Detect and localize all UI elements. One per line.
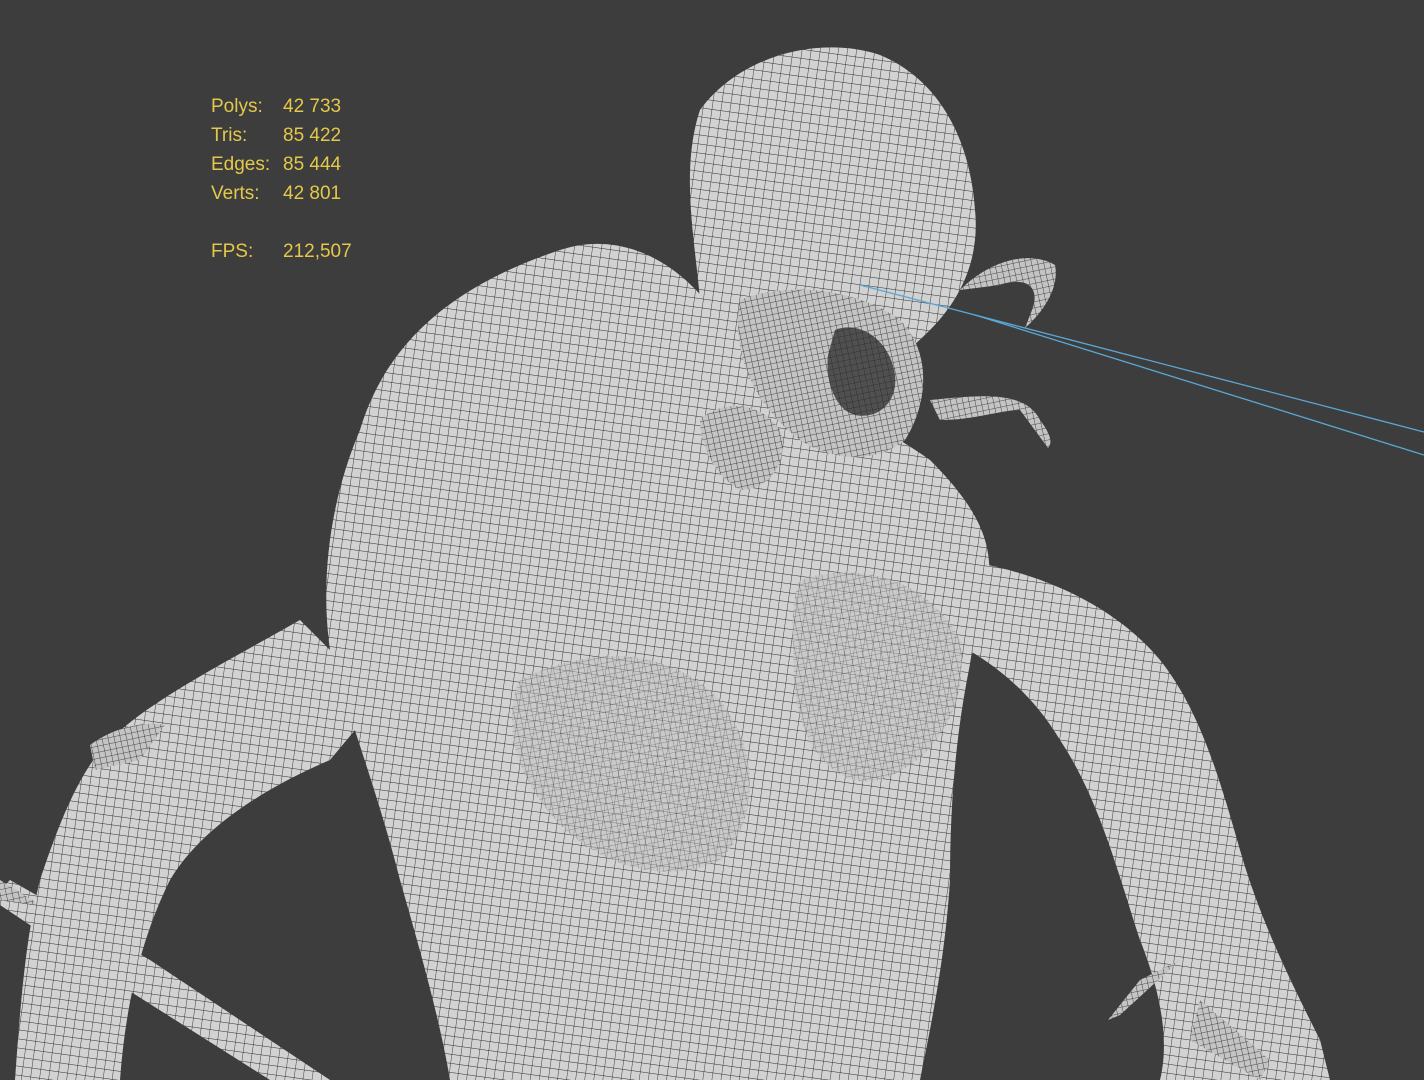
- stat-polys: Polys: 42 733: [211, 92, 352, 121]
- stat-value: 212,507: [283, 241, 352, 262]
- stat-value: 42 801: [283, 183, 342, 204]
- stat-label: Edges:: [211, 154, 271, 175]
- stat-value: 85 444: [283, 154, 342, 175]
- stat-edges: Edges: 85 444: [211, 150, 352, 179]
- viewport-statistics-overlay: Polys: 42 733 Tris: 85 422 Edges: 85 444…: [211, 92, 352, 266]
- stat-verts: Verts: 42 801: [211, 179, 352, 208]
- stat-value: 42 733: [283, 96, 342, 117]
- stat-label: Verts:: [211, 183, 260, 204]
- stat-value: 85 422: [283, 125, 342, 146]
- stat-label: Polys:: [211, 96, 263, 117]
- stat-label: Tris:: [211, 125, 248, 146]
- 3d-viewport[interactable]: Polys: 42 733 Tris: 85 422 Edges: 85 444…: [0, 0, 1424, 1080]
- stat-label: FPS:: [211, 241, 254, 262]
- stat-fps: FPS: 212,507: [211, 237, 352, 266]
- stat-tris: Tris: 85 422: [211, 121, 352, 150]
